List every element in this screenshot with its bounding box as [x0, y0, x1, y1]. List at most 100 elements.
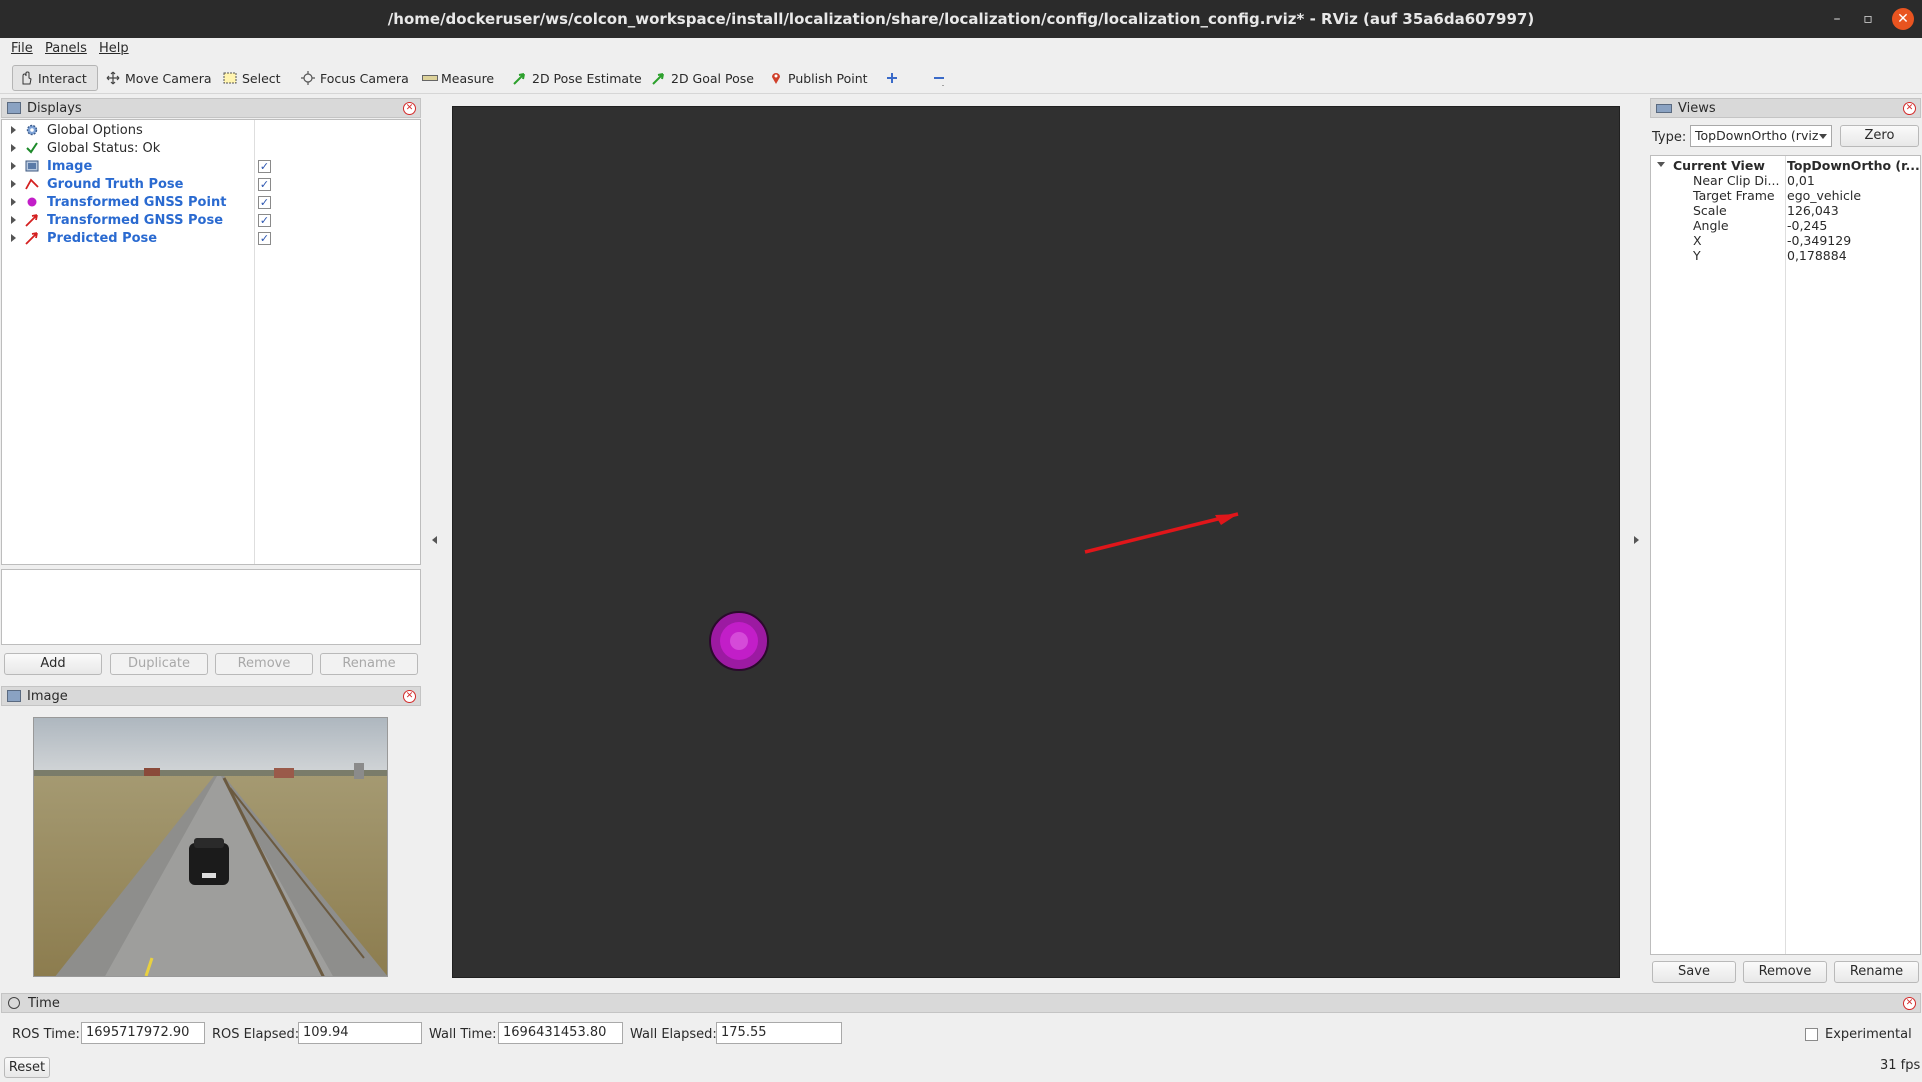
prop-value: ego_vehicle	[1787, 188, 1862, 203]
wall-elapsed-field[interactable]: 175.55	[716, 1022, 842, 1044]
pose-estimate-tool[interactable]: 2D Pose Estimate	[507, 65, 648, 91]
measure-tool[interactable]: Measure	[416, 65, 500, 91]
expand-arrow-icon[interactable]	[11, 216, 16, 224]
duplicate-display-button[interactable]: Duplicate	[110, 653, 208, 675]
collapse-left-icon[interactable]	[432, 536, 437, 544]
view-type-select[interactable]: TopDownOrtho (rviz	[1690, 125, 1832, 147]
wall-elapsed-label: Wall Elapsed:	[630, 1027, 717, 1042]
ros-elapsed-field[interactable]: 109.94	[298, 1022, 422, 1044]
expand-arrow-icon[interactable]	[11, 198, 16, 206]
menu-help[interactable]: Help	[99, 41, 129, 56]
tree-item-label: Predicted Pose	[47, 230, 158, 246]
tree-item-ground-truth-pose[interactable]: Ground Truth Pose	[2, 175, 183, 193]
interact-label: Interact	[38, 70, 87, 86]
image-enabled-checkbox[interactable]: ✓	[258, 160, 271, 173]
tree-item-label: Global Options	[47, 122, 143, 138]
focus-icon	[301, 71, 315, 85]
clock-icon	[8, 997, 20, 1009]
prop-target-frame[interactable]: Target Frame ego_vehicle	[1651, 188, 1921, 203]
goal-pose-tool[interactable]: 2D Goal Pose	[646, 65, 760, 91]
prop-key: X	[1693, 233, 1702, 248]
ros-time-field[interactable]: 1695717972.90	[81, 1022, 205, 1044]
add-display-button[interactable]: Add	[4, 653, 102, 675]
prop-x[interactable]: X -0,349129	[1651, 233, 1921, 248]
prop-key: Y	[1693, 248, 1701, 263]
tree-item-label: Global Status: Ok	[47, 140, 161, 156]
reset-time-button[interactable]: Reset	[4, 1057, 50, 1078]
close-panel-icon[interactable]: ✕	[403, 102, 416, 115]
prop-angle[interactable]: Angle -0,245	[1651, 218, 1921, 233]
prop-value: 0,01	[1787, 173, 1815, 188]
select-label: Select	[242, 70, 281, 86]
pose-estimate-label: 2D Pose Estimate	[532, 70, 642, 86]
menu-panels[interactable]: Panels	[45, 41, 87, 56]
move-icon	[106, 71, 120, 85]
displays-title: Displays	[27, 100, 82, 116]
remove-tool-button[interactable]	[926, 65, 952, 91]
current-view-value: TopDownOrtho (r...	[1787, 158, 1920, 173]
tree-item-global-options[interactable]: Global Options	[2, 121, 143, 139]
menu-file[interactable]: File	[11, 41, 33, 56]
toolbar: Interact Move Camera Select Focus Camera…	[0, 62, 1922, 94]
move-camera-tool[interactable]: Move Camera	[100, 65, 218, 91]
tree-item-image[interactable]: Image	[2, 157, 92, 175]
collapse-arrow-icon[interactable]	[1657, 162, 1665, 167]
rename-view-button[interactable]: Rename	[1834, 961, 1919, 983]
prop-key: Angle	[1693, 218, 1729, 233]
expand-arrow-icon[interactable]	[11, 144, 16, 152]
pose-arrow-icon	[25, 231, 39, 245]
publish-point-label: Publish Point	[788, 70, 868, 86]
close-window-icon[interactable]: ✕	[1892, 8, 1914, 30]
pose-arrow-icon	[25, 177, 39, 191]
rename-display-button[interactable]: Rename	[320, 653, 418, 675]
add-tool-button[interactable]	[879, 65, 905, 91]
fps-readout: 31 fps	[1880, 1058, 1921, 1073]
select-icon	[223, 71, 237, 85]
maximize-icon[interactable]: ▫	[1857, 8, 1879, 30]
prop-y[interactable]: Y 0,178884	[1651, 248, 1921, 263]
tree-item-transformed-gnss-pose[interactable]: Transformed GNSS Pose	[2, 211, 223, 229]
gnss-pose-checkbox[interactable]: ✓	[258, 214, 271, 227]
minus-icon	[932, 71, 946, 86]
remove-display-button[interactable]: Remove	[215, 653, 313, 675]
wall-time-field[interactable]: 1696431453.80	[498, 1022, 623, 1044]
tree-item-predicted-pose[interactable]: Predicted Pose	[2, 229, 157, 247]
remove-view-button[interactable]: Remove	[1743, 961, 1827, 983]
focus-camera-tool[interactable]: Focus Camera	[295, 65, 415, 91]
measure-label: Measure	[441, 70, 495, 86]
render-viewport[interactable]	[452, 106, 1620, 978]
current-view-label: Current View	[1673, 158, 1765, 173]
tree-item-transformed-gnss-point[interactable]: Transformed GNSS Point	[2, 193, 226, 211]
current-view-row[interactable]: Current View TopDownOrtho (r...	[1651, 158, 1921, 173]
ground-truth-pose-checkbox[interactable]: ✓	[258, 178, 271, 191]
zero-view-button[interactable]: Zero	[1840, 125, 1919, 147]
views-panel-header: Views ✕	[1650, 98, 1921, 118]
prop-near-clip[interactable]: Near Clip Di... 0,01	[1651, 173, 1921, 188]
expand-arrow-icon[interactable]	[11, 162, 16, 170]
minimize-icon[interactable]: –	[1826, 8, 1848, 30]
expand-arrow-icon[interactable]	[11, 126, 16, 134]
save-view-button[interactable]: Save	[1652, 961, 1736, 983]
wall-time-label: Wall Time:	[429, 1027, 497, 1042]
tree-item-global-status[interactable]: Global Status: Ok	[2, 139, 160, 157]
image-panel-title: Image	[27, 688, 68, 704]
collapse-right-icon[interactable]	[1634, 536, 1639, 544]
select-tool[interactable]: Select	[217, 65, 287, 91]
window-titlebar: /home/dockeruser/ws/colcon_workspace/ins…	[0, 0, 1922, 38]
tree-item-label: Transformed GNSS Point	[47, 194, 227, 210]
prop-value: -0,349129	[1787, 233, 1852, 248]
tree-item-label: Image	[47, 158, 93, 174]
prop-scale[interactable]: Scale 126,043	[1651, 203, 1921, 218]
close-panel-icon[interactable]: ✕	[1903, 997, 1916, 1010]
expand-arrow-icon[interactable]	[11, 180, 16, 188]
publish-point-tool[interactable]: Publish Point	[763, 65, 874, 91]
expand-arrow-icon[interactable]	[11, 234, 16, 242]
close-panel-icon[interactable]: ✕	[1903, 102, 1916, 115]
close-panel-icon[interactable]: ✕	[403, 690, 416, 703]
predicted-pose-checkbox[interactable]: ✓	[258, 232, 271, 245]
experimental-checkbox[interactable]	[1805, 1028, 1818, 1041]
gnss-point-checkbox[interactable]: ✓	[258, 196, 271, 209]
ros-elapsed-label: ROS Elapsed:	[212, 1027, 300, 1042]
interact-tool[interactable]: Interact	[12, 65, 98, 91]
image-panel-icon	[7, 690, 21, 702]
